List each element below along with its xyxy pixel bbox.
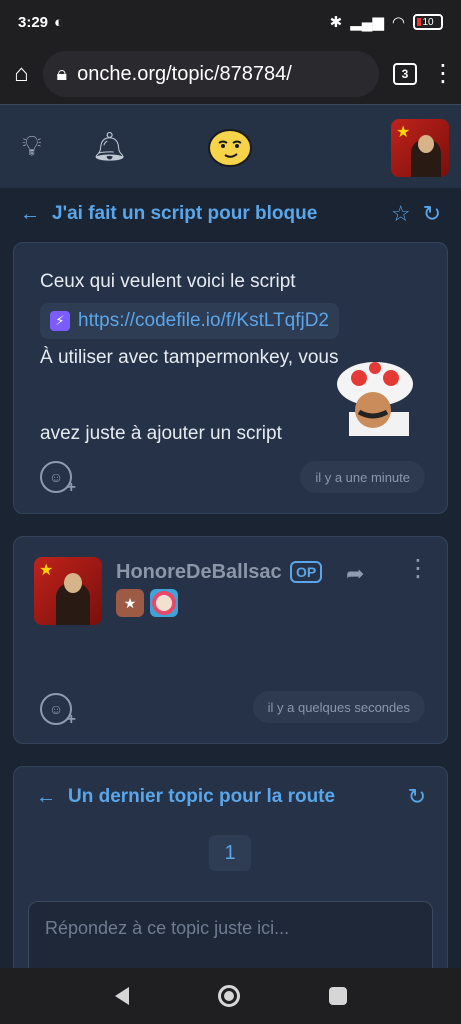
app-header: 💡︎ 🔔︎ ★ xyxy=(0,104,461,188)
bell-icon[interactable]: 🔔︎ xyxy=(92,130,128,163)
user-avatar[interactable]: ★ xyxy=(391,119,449,177)
post-card: Ceux qui veulent voici le script ⚡ https… xyxy=(13,242,448,514)
home-icon[interactable]: ⌂ xyxy=(14,60,29,88)
post-avatar[interactable]: ★ xyxy=(34,557,102,625)
bluetooth-icon: ✱ xyxy=(329,14,343,31)
toad-sticker xyxy=(337,362,413,436)
lock-icon: 🔒︎ xyxy=(56,62,68,85)
wifi-icon: ◠ xyxy=(391,14,405,31)
post-timestamp: il y a quelques secondes xyxy=(252,691,425,723)
add-reaction-icon[interactable]: ☺ xyxy=(40,461,76,497)
star-icon[interactable]: ☆ xyxy=(391,201,411,227)
signal-icon: ▂▄▆ xyxy=(350,14,384,31)
next-topic-card: ← Un dernier topic pour la route ↻ 1 Rép… xyxy=(13,766,448,986)
topic-title[interactable]: J'ai fait un script pour bloque xyxy=(52,203,379,225)
more-options-icon[interactable]: ⋮ xyxy=(406,557,430,581)
share-icon[interactable]: ➦ xyxy=(346,561,364,587)
flag-star-icon: ★ xyxy=(39,562,54,579)
refresh-icon[interactable]: ↻ xyxy=(408,784,426,810)
code-link-text: https://codefile.io/f/KstLTqfjD2 xyxy=(78,310,329,331)
url-text: onche.org/topic/878784/ xyxy=(77,62,292,85)
flag-star-icon: ★ xyxy=(396,124,411,141)
topic-header: ← J'ai fait un script pour bloque ☆ ↻ xyxy=(20,196,441,232)
lightbulb-icon[interactable]: 💡︎ xyxy=(22,130,42,163)
dnd-icon: ◐ xyxy=(54,13,64,31)
code-link[interactable]: ⚡ https://codefile.io/f/KstLTqfjD2 xyxy=(40,303,339,339)
status-time: 3:29 xyxy=(18,13,49,31)
codefile-icon: ⚡ xyxy=(50,311,70,331)
battery-icon: 10 xyxy=(413,14,443,30)
status-bar: 3:29 ◐ ✱ ▂▄▆ ◠ 10 xyxy=(0,0,461,44)
post-card: ★ HonoreDeBallsac OP ➦ ⋮ ★ ☺ il y a quel… xyxy=(13,536,448,744)
battery-level: 10 xyxy=(422,16,434,28)
rank-star-badge: ★ xyxy=(116,589,144,617)
page-number-button[interactable]: 1 xyxy=(209,835,251,871)
back-arrow-icon[interactable]: ← xyxy=(20,203,40,226)
logo-icon[interactable] xyxy=(206,123,254,171)
browser-menu-icon[interactable]: ⋮ xyxy=(431,62,455,86)
post-timestamp: il y a une minute xyxy=(300,461,425,493)
refresh-icon[interactable]: ↻ xyxy=(423,201,441,227)
recents-nav-icon[interactable] xyxy=(328,987,347,1005)
system-nav-bar xyxy=(0,968,461,1024)
next-topic-header: ← Un dernier topic pour la route ↻ xyxy=(36,781,426,813)
post-username[interactable]: HonoreDeBallsac xyxy=(116,561,282,584)
tab-switcher-button[interactable]: 3 xyxy=(393,63,417,85)
post-text-line: Ceux qui veulent voici le script xyxy=(40,271,296,292)
next-topic-title[interactable]: Un dernier topic pour la route xyxy=(68,786,396,808)
op-badge: OP xyxy=(290,561,323,583)
browser-toolbar: ⌂ 🔒︎ onche.org/topic/878784/ 3 ⋮ xyxy=(0,44,461,104)
back-arrow-icon[interactable]: ← xyxy=(36,786,56,809)
add-reaction-icon[interactable]: ☺ xyxy=(40,693,76,729)
home-nav-icon[interactable] xyxy=(217,985,240,1007)
clown-badge xyxy=(150,589,178,617)
url-field[interactable]: 🔒︎ onche.org/topic/878784/ xyxy=(42,51,379,97)
back-nav-icon[interactable] xyxy=(114,987,129,1005)
